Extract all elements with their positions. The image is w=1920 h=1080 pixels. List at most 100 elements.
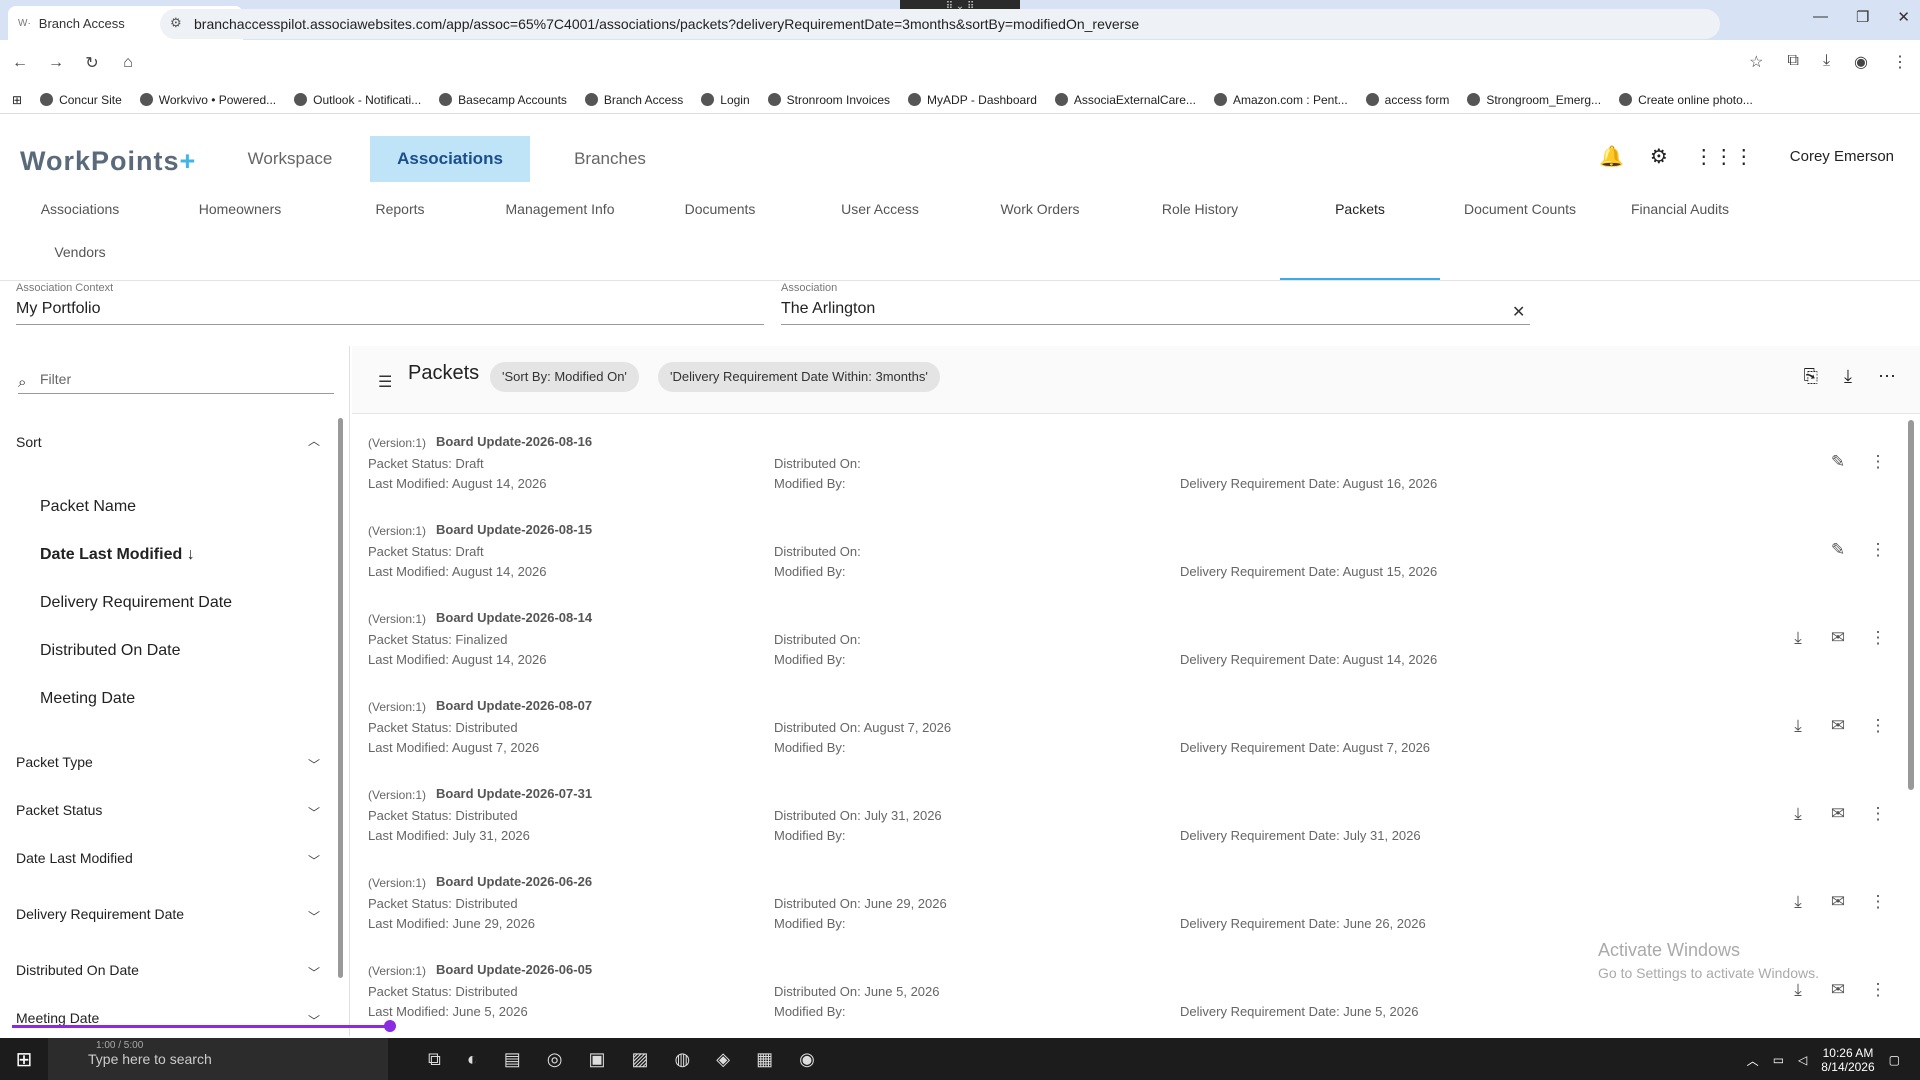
- topnav-associations[interactable]: Associations: [370, 136, 530, 182]
- subnav-role-history[interactable]: Role History: [1120, 196, 1280, 238]
- sort-section-header[interactable]: Sort: [16, 434, 42, 450]
- chevron-down-icon[interactable]: ﹀: [308, 908, 320, 925]
- main-scrollbar[interactable]: [1908, 420, 1914, 790]
- filter-meeting-date[interactable]: Meeting Date: [16, 1010, 99, 1026]
- download-icon[interactable]: ⤓: [1789, 804, 1807, 824]
- subnav-documents[interactable]: Documents: [640, 196, 800, 238]
- close-window-icon[interactable]: ✕: [1897, 8, 1910, 26]
- bookmark[interactable]: Workvivo • Powered...: [139, 93, 276, 107]
- cast-icon[interactable]: ⧉: [1788, 52, 1799, 72]
- bookmark[interactable]: Stronroom Invoices: [767, 93, 890, 107]
- sidebar-scrollbar[interactable]: [338, 418, 343, 978]
- packet-name[interactable]: Board Update-2026-08-14: [436, 610, 592, 625]
- packet-row[interactable]: (Version:1) Board Update-2026-07-31 Pack…: [352, 766, 1907, 854]
- filter-date-last-modified[interactable]: Date Last Modified: [16, 850, 133, 866]
- email-icon[interactable]: ✉: [1829, 980, 1847, 1000]
- subnav-vendors[interactable]: Vendors: [0, 244, 160, 260]
- back-icon[interactable]: ←: [4, 54, 36, 72]
- filter-list-icon[interactable]: ☰: [378, 372, 392, 392]
- download-icon[interactable]: ⤓: [1789, 628, 1807, 648]
- filter-delivery-requirement-date[interactable]: Delivery Requirement Date: [16, 906, 184, 922]
- chevron-down-icon[interactable]: ﹀: [308, 804, 320, 821]
- kebab-menu-icon[interactable]: ⋮: [1892, 52, 1908, 72]
- sort-date-last-modified[interactable]: Date Last Modified ↓: [40, 546, 195, 564]
- download-icon[interactable]: ⤓: [1789, 980, 1807, 1000]
- email-icon[interactable]: ✉: [1829, 892, 1847, 912]
- filter-distributed-on-date[interactable]: Distributed On Date: [16, 962, 139, 978]
- subnav-homeowners[interactable]: Homeowners: [160, 196, 320, 238]
- network-icon[interactable]: ▭: [1773, 1053, 1784, 1067]
- subnav-management-info[interactable]: Management Info: [480, 196, 640, 238]
- chevron-up-icon[interactable]: ︿: [308, 432, 320, 449]
- add-packet-icon[interactable]: ⎘: [1804, 366, 1818, 387]
- profile-icon[interactable]: ◉: [1854, 52, 1868, 72]
- app-icon[interactable]: ◈: [716, 1049, 730, 1070]
- subnav-reports[interactable]: Reports: [320, 196, 480, 238]
- delivery-date-chip[interactable]: 'Delivery Requirement Date Within: 3mont…: [658, 362, 940, 392]
- packet-row[interactable]: (Version:1) Board Update-2026-08-15 Pack…: [352, 502, 1907, 590]
- bell-icon[interactable]: 🔔: [1599, 144, 1624, 169]
- gear-icon[interactable]: ⚙: [1650, 144, 1668, 169]
- edit-icon[interactable]: ✎: [1829, 452, 1847, 472]
- sort-distributed-on-date[interactable]: Distributed On Date: [40, 642, 181, 660]
- chrome-icon[interactable]: ◎: [547, 1049, 563, 1070]
- packet-name[interactable]: Board Update-2026-06-05: [436, 962, 592, 977]
- edge-icon[interactable]: ◐: [467, 1049, 478, 1070]
- file-explorer-icon[interactable]: ▤: [504, 1049, 521, 1070]
- clock[interactable]: 10:26 AM 8/14/2026: [1821, 1046, 1874, 1074]
- bookmark[interactable]: AssociaExternalCare...: [1054, 93, 1196, 107]
- apps-icon[interactable]: ⋮⋮⋮: [1694, 144, 1754, 169]
- packet-name[interactable]: Board Update-2026-07-31: [436, 786, 592, 801]
- association-context-field[interactable]: Association Context My Portfolio: [16, 282, 764, 325]
- user-name[interactable]: Corey Emerson: [1790, 148, 1894, 165]
- app-icon[interactable]: ▦: [756, 1049, 773, 1070]
- email-icon[interactable]: ✉: [1829, 716, 1847, 736]
- volume-icon[interactable]: ◁: [1798, 1053, 1807, 1067]
- row-menu-icon[interactable]: ⋮: [1869, 540, 1887, 560]
- bookmark[interactable]: access form: [1365, 93, 1449, 107]
- subnav-work-orders[interactable]: Work Orders: [960, 196, 1120, 238]
- app-icon[interactable]: ◍: [675, 1049, 691, 1070]
- row-menu-icon[interactable]: ⋮: [1869, 628, 1887, 648]
- packet-name[interactable]: Board Update-2026-08-07: [436, 698, 592, 713]
- row-menu-icon[interactable]: ⋮: [1869, 892, 1887, 912]
- minimize-icon[interactable]: —: [1813, 8, 1828, 26]
- forward-icon[interactable]: →: [40, 54, 72, 72]
- chevron-up-icon[interactable]: ︿: [1747, 1052, 1759, 1069]
- bookmark[interactable]: Basecamp Accounts: [439, 93, 567, 107]
- sort-delivery-requirement-date[interactable]: Delivery Requirement Date: [40, 594, 232, 612]
- sort-packet-name[interactable]: Packet Name: [40, 498, 136, 516]
- reload-icon[interactable]: ↻: [76, 53, 108, 73]
- subnav-packets[interactable]: Packets: [1280, 196, 1440, 238]
- packet-name[interactable]: Board Update-2026-08-16: [436, 434, 592, 449]
- packet-row[interactable]: (Version:1) Board Update-2026-06-26 Pack…: [352, 854, 1907, 942]
- chevron-down-icon[interactable]: ﹀: [308, 852, 320, 869]
- subnav-financial-audits[interactable]: Financial Audits: [1600, 196, 1760, 238]
- chevron-down-icon[interactable]: ﹀: [308, 964, 320, 981]
- subnav-associations[interactable]: Associations: [0, 196, 160, 238]
- download-icon[interactable]: ⤓: [1789, 892, 1807, 912]
- app-logo[interactable]: WorkPoints+: [20, 146, 196, 177]
- teams-icon[interactable]: ◉: [799, 1049, 815, 1070]
- sort-meeting-date[interactable]: Meeting Date: [40, 690, 135, 708]
- topnav-workspace[interactable]: Workspace: [210, 136, 370, 182]
- association-field[interactable]: Association The Arlington: [781, 282, 1530, 325]
- restore-icon[interactable]: ❐: [1856, 8, 1869, 26]
- packet-row[interactable]: (Version:1) Board Update-2026-08-14 Pack…: [352, 590, 1907, 678]
- notifications-icon[interactable]: ▢: [1889, 1053, 1900, 1067]
- row-menu-icon[interactable]: ⋮: [1869, 452, 1887, 472]
- bookmark[interactable]: Create online photo...: [1619, 93, 1753, 107]
- outlook-icon[interactable]: ▣: [588, 1049, 605, 1070]
- clear-association-icon[interactable]: ✕: [1512, 302, 1525, 322]
- email-icon[interactable]: ✉: [1829, 804, 1847, 824]
- bookmark[interactable]: Outlook - Notificati...: [294, 93, 421, 107]
- download-packets-icon[interactable]: ⤓: [1844, 366, 1852, 387]
- chevron-down-icon[interactable]: ﹀: [308, 756, 320, 773]
- apps-grid-icon[interactable]: ⊞: [12, 93, 22, 107]
- filter-input[interactable]: ⌕ Filter: [18, 366, 334, 394]
- row-menu-icon[interactable]: ⋮: [1869, 804, 1887, 824]
- video-progress-bar[interactable]: [12, 1025, 392, 1028]
- subnav-document-counts[interactable]: Document Counts: [1440, 196, 1600, 238]
- bookmark[interactable]: MyADP - Dashboard: [908, 93, 1037, 107]
- subnav-user-access[interactable]: User Access: [800, 196, 960, 238]
